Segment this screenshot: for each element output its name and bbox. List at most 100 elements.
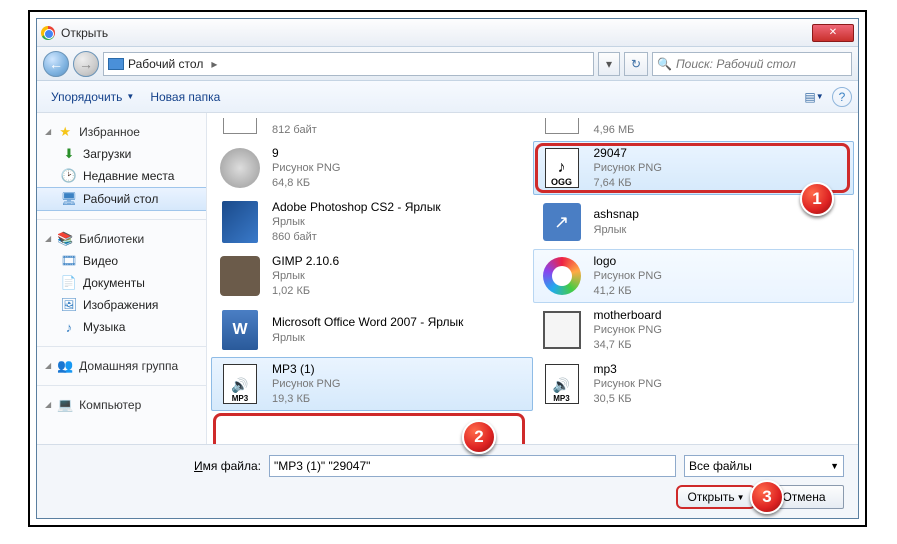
sidebar-item-downloads[interactable]: ⬇Загрузки: [37, 143, 206, 165]
dialog-body: ★Избранное ⬇Загрузки 🕑Недавние места 🖥Ра…: [37, 113, 858, 444]
desktop-icon: [108, 58, 124, 70]
file-size: 812 байт: [272, 123, 317, 138]
file-size: 41,2 КБ: [594, 284, 662, 299]
file-name: mp3: [594, 361, 662, 377]
sidebar-item-recent[interactable]: 🕑Недавние места: [37, 165, 206, 187]
refresh-button[interactable]: ↻: [624, 52, 648, 76]
sidebar-item-docs[interactable]: 📄Документы: [37, 272, 206, 294]
file-name: Microsoft Office Word 2007 - Ярлык: [272, 314, 463, 330]
library-icon: 📚: [57, 231, 73, 247]
file-size: 34,7 КБ: [594, 338, 662, 353]
chevron-down-icon: ▼: [830, 461, 839, 471]
file-name: logo: [594, 253, 662, 269]
new-folder-button[interactable]: Новая папка: [142, 86, 228, 108]
picture-icon: 🖼: [61, 297, 77, 313]
forward-button[interactable]: →: [73, 51, 99, 77]
file-icon: [538, 117, 586, 138]
organize-button[interactable]: Упорядочить ▼: [43, 86, 142, 108]
file-icon: [216, 252, 264, 300]
address-dropdown-button[interactable]: ▾: [598, 52, 620, 76]
file-icon: ↗: [538, 198, 586, 246]
chevron-right-icon[interactable]: ▸: [207, 57, 221, 71]
file-type: Рисунок PNG: [594, 161, 662, 176]
file-item[interactable]: MP3 mp3 Рисунок PNG 30,5 КБ: [533, 357, 855, 411]
titlebar: Открыть ✕: [37, 19, 858, 47]
sidebar-homegroup-head[interactable]: 👥Домашняя группа: [37, 355, 206, 377]
close-button[interactable]: ✕: [812, 24, 854, 42]
file-icon: [538, 252, 586, 300]
file-icon: [216, 117, 264, 138]
annotation-bubble-2: 2: [462, 420, 496, 454]
file-icon: [216, 198, 264, 246]
file-name: Adobe Photoshop CS2 - Ярлык: [272, 199, 441, 215]
file-type: Ярлык: [272, 215, 441, 230]
file-list[interactable]: 812 байт 9 Рисунок PNG 64,8 КБ Adobe Pho…: [207, 113, 858, 444]
file-item[interactable]: Adobe Photoshop CS2 - Ярлык Ярлык 860 ба…: [211, 195, 533, 249]
file-size: 860 байт: [272, 230, 441, 245]
chevron-down-icon: ▼: [126, 92, 134, 101]
recent-icon: 🕑: [61, 168, 77, 184]
open-button[interactable]: Открыть ▼: [676, 485, 756, 509]
sidebar-item-desktop[interactable]: 🖥Рабочий стол: [37, 187, 206, 211]
file-type: Рисунок PNG: [272, 161, 340, 176]
file-size: 1,02 КБ: [272, 284, 339, 299]
file-size: 19,3 КБ: [272, 392, 340, 407]
back-button[interactable]: ←: [43, 51, 69, 77]
file-size: 64,8 КБ: [272, 176, 340, 191]
file-type: Рисунок PNG: [594, 269, 662, 284]
toolbar: Упорядочить ▼ Новая папка ▤ ▼ ?: [37, 81, 858, 113]
sidebar-libraries-head[interactable]: 📚Библиотеки: [37, 228, 206, 250]
file-item[interactable]: W Microsoft Office Word 2007 - Ярлык Ярл…: [211, 303, 533, 357]
file-item[interactable]: MP3 MP3 (1) Рисунок PNG 19,3 КБ: [211, 357, 533, 411]
chrome-icon: [41, 26, 55, 40]
file-item[interactable]: GIMP 2.10.6 Ярлык 1,02 КБ: [211, 249, 533, 303]
file-item[interactable]: 4,96 МБ: [533, 117, 855, 141]
sidebar: ★Избранное ⬇Загрузки 🕑Недавние места 🖥Ра…: [37, 113, 207, 444]
file-name: 29047: [594, 145, 662, 161]
search-box[interactable]: 🔍: [652, 52, 852, 76]
file-type: Ярлык: [594, 223, 639, 238]
file-name: 9: [272, 145, 340, 161]
file-icon: [538, 306, 586, 354]
annotation-bubble-1: 1: [800, 182, 834, 216]
help-button[interactable]: ?: [832, 87, 852, 107]
sidebar-item-video[interactable]: 🎞Видео: [37, 250, 206, 272]
file-item[interactable]: motherboard Рисунок PNG 34,7 КБ: [533, 303, 855, 357]
file-item[interactable]: 9 Рисунок PNG 64,8 КБ: [211, 141, 533, 195]
filename-input[interactable]: [269, 455, 676, 477]
file-type: Ярлык: [272, 269, 339, 284]
file-icon: OGG: [538, 144, 586, 192]
annotation-bubble-3: 3: [750, 480, 784, 514]
file-filter-combo[interactable]: Все файлы▼: [684, 455, 844, 477]
homegroup-icon: 👥: [57, 358, 73, 374]
file-type: Рисунок PNG: [594, 377, 662, 392]
nav-bar: ← → Рабочий стол ▸ ▾ ↻ 🔍: [37, 47, 858, 81]
file-type: Рисунок PNG: [594, 323, 662, 338]
open-dialog-window: Открыть ✕ ← → Рабочий стол ▸ ▾ ↻ 🔍 Упоря…: [36, 18, 859, 519]
search-input[interactable]: [676, 57, 847, 71]
address-bar[interactable]: Рабочий стол ▸: [103, 52, 594, 76]
file-item[interactable]: logo Рисунок PNG 41,2 КБ: [533, 249, 855, 303]
file-size: 7,64 КБ: [594, 176, 662, 191]
breadcrumb[interactable]: Рабочий стол: [128, 57, 203, 71]
filename-label: Имя файла:: [51, 459, 261, 473]
download-icon: ⬇: [61, 146, 77, 162]
footer: Имя файла: Все файлы▼ Открыть ▼ Отмена: [37, 444, 858, 518]
sidebar-computer-head[interactable]: 💻Компьютер: [37, 394, 206, 416]
file-item[interactable]: 812 байт: [211, 117, 533, 141]
file-name: MP3 (1): [272, 361, 340, 377]
file-name: ashsnap: [594, 206, 639, 222]
sidebar-item-pics[interactable]: 🖼Изображения: [37, 294, 206, 316]
file-icon: MP3: [538, 360, 586, 408]
file-type: Ярлык: [272, 331, 463, 346]
view-button[interactable]: ▤ ▼: [800, 86, 828, 108]
file-size: 30,5 КБ: [594, 392, 662, 407]
desktop-icon: 🖥: [61, 191, 77, 207]
file-icon: [216, 144, 264, 192]
file-name: GIMP 2.10.6: [272, 253, 339, 269]
sidebar-item-music[interactable]: ♪Музыка: [37, 316, 206, 338]
sidebar-favorites-head[interactable]: ★Избранное: [37, 121, 206, 143]
file-size: 4,96 МБ: [594, 123, 635, 138]
document-icon: 📄: [61, 275, 77, 291]
file-name: motherboard: [594, 307, 662, 323]
